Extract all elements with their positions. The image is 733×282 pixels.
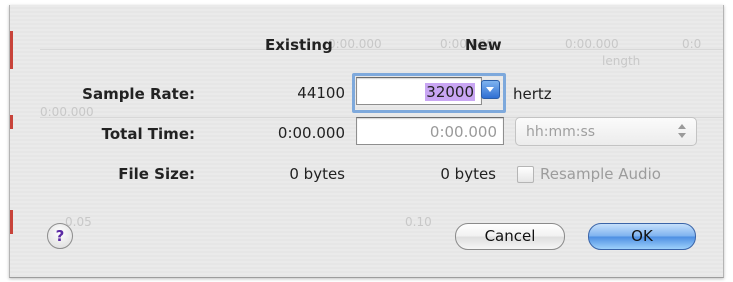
background-track-marker [10, 31, 13, 69]
help-button[interactable]: ? [47, 223, 73, 249]
background-time: 0:00.000 [40, 105, 94, 119]
background-track-marker [10, 115, 13, 129]
resample-dialog: 0:00.000 0:00.000 0:00.000 0:0 length 0:… [9, 5, 724, 278]
total-time-existing: 0:00.000 [277, 124, 345, 142]
sample-rate-existing: 44100 [297, 84, 345, 102]
resample-audio-checkbox[interactable] [517, 166, 534, 183]
background-time: 0:00.000 [328, 37, 382, 51]
sample-rate-new-combobox[interactable]: 32000 [356, 77, 482, 105]
background-label: length [602, 54, 641, 68]
total-time-new-value: 0:00.000 [429, 123, 497, 141]
up-down-arrows-icon [677, 124, 687, 140]
total-time-label: Total Time: [101, 125, 195, 143]
sample-rate-unit: hertz [513, 85, 552, 103]
ok-button[interactable]: OK [588, 223, 696, 250]
question-mark-icon: ? [55, 227, 65, 245]
background-time: 0:0 [682, 37, 702, 51]
background-time: 0:00.000 [565, 37, 619, 51]
sample-rate-new-value: 32000 [425, 83, 475, 101]
new-column-header: New [465, 36, 502, 54]
total-time-new-field[interactable]: 0:00.000 [356, 117, 504, 145]
background-track-marker [10, 210, 13, 234]
sample-rate-label: Sample Rate: [82, 85, 195, 103]
background-tick: 0.10 [405, 215, 432, 229]
time-format-value: hh:mm:ss [526, 124, 596, 140]
cancel-button[interactable]: Cancel [455, 223, 565, 250]
chevron-down-icon[interactable] [481, 80, 500, 99]
resample-audio-label: Resample Audio [540, 165, 661, 183]
existing-column-header: Existing [265, 36, 333, 54]
file-size-new: 0 bytes [440, 165, 496, 183]
time-format-popup[interactable]: hh:mm:ss [515, 117, 697, 146]
file-size-existing: 0 bytes [289, 165, 345, 183]
file-size-label: File Size: [118, 165, 195, 183]
